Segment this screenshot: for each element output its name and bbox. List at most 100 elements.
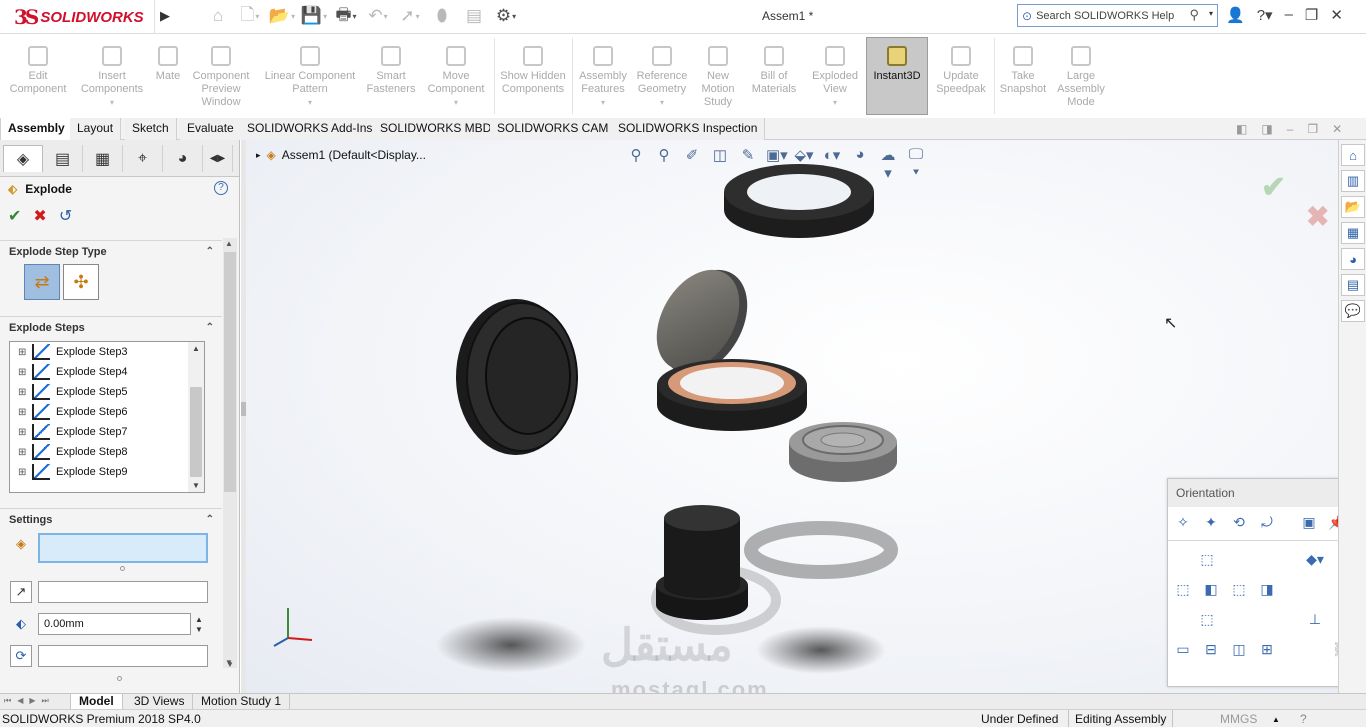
explode-steps-list[interactable]: ⊞ Explode Step3 ⊞ Explode Step4 ⊞ Explode S…: [9, 341, 205, 493]
ok-check-icon[interactable]: ✔: [8, 206, 21, 226]
bearing-ring-part[interactable]: [657, 359, 807, 431]
configuration-manager-tab-icon[interactable]: ▦: [83, 145, 123, 172]
view-selector-icon[interactable]: ⤾: [1256, 511, 1278, 533]
search-icon[interactable]: ⚲: [1189, 7, 1199, 23]
scroll-down-icon[interactable]: ▼: [192, 481, 200, 490]
search-dropdown-icon[interactable]: ▾: [1209, 9, 1213, 18]
front-view-icon[interactable]: ◧: [1200, 578, 1222, 600]
appearances-icon[interactable]: ◕: [1341, 248, 1365, 270]
section-header[interactable]: Explode Steps ⌃: [0, 316, 222, 338]
design-library-icon[interactable]: ▥: [1341, 170, 1365, 192]
left-view-icon[interactable]: ⬚: [1172, 578, 1194, 600]
menu-expand-arrow-icon[interactable]: ▶: [157, 8, 173, 26]
view-cube-icon[interactable]: ▣: [1298, 511, 1320, 533]
collapse-chevron-icon[interactable]: ⌃: [206, 322, 214, 333]
tab-assembly[interactable]: Assembly: [0, 118, 73, 140]
resize-handle[interactable]: [120, 566, 125, 571]
explode-distance-input[interactable]: 0.00mm: [38, 613, 191, 635]
component-preview-button[interactable]: Component Preview Window: [188, 46, 254, 109]
property-manager-tab-icon[interactable]: ▤: [43, 145, 83, 172]
last-tab-icon[interactable]: ⏭: [42, 696, 49, 706]
collapse-chevron-icon[interactable]: ⌃: [206, 514, 214, 525]
large-assembly-mode-button[interactable]: Large Assembly Mode: [1056, 46, 1106, 109]
solidworks-logo[interactable]: 3S SOLIDWORKS: [0, 0, 155, 34]
list-item[interactable]: ⊞ Explode Step3: [10, 342, 204, 362]
assembly-features-button[interactable]: Assembly Features ▾: [576, 46, 630, 109]
bom-button[interactable]: Bill of Materials: [748, 46, 800, 96]
pm-scrollbar[interactable]: ▲ ▼: [223, 238, 237, 668]
tab-inspection[interactable]: SOLIDWORKS Inspection: [611, 118, 766, 140]
doc-restore-icon[interactable]: ❐: [1307, 122, 1318, 136]
tab-evaluate[interactable]: Evaluate: [180, 118, 242, 140]
select-pointer-icon[interactable]: ➚ ▾: [397, 4, 423, 28]
confirm-ok-icon[interactable]: ✔: [1261, 170, 1286, 205]
new-motion-study-button[interactable]: New Motion Study: [696, 46, 740, 109]
instant3d-button[interactable]: Instant3D: [866, 37, 928, 115]
two-view-vertical-icon[interactable]: ◫: [1228, 638, 1250, 660]
pm-help-icon[interactable]: ?: [214, 181, 228, 195]
regular-step-icon[interactable]: ⇄: [24, 264, 60, 300]
smart-fasteners-button[interactable]: Smart Fasteners: [364, 46, 418, 96]
reset-standard-views-icon[interactable]: ⟲: [1228, 511, 1250, 533]
mate-button[interactable]: Mate: [152, 46, 184, 83]
update-standard-views-icon[interactable]: ✦: [1200, 511, 1222, 533]
dimxpert-tab-icon[interactable]: ⌖: [123, 145, 163, 172]
list-item[interactable]: ⊞ Explode Step6: [10, 402, 204, 422]
quick-tips-icon[interactable]: ?: [1300, 712, 1307, 726]
single-view-icon[interactable]: ▭: [1172, 638, 1194, 660]
radial-step-icon[interactable]: ✣: [63, 264, 99, 300]
options-gear-icon[interactable]: ⚙ ▾: [493, 4, 519, 28]
print-icon[interactable]: 🖶 ▾: [333, 4, 359, 28]
expand-icon[interactable]: ⊞: [18, 427, 28, 438]
custom-properties-icon[interactable]: ▤: [1341, 274, 1365, 296]
back-view-icon[interactable]: ◨: [1256, 578, 1278, 600]
scroll-down-icon[interactable]: ▼: [226, 660, 234, 669]
expand-icon[interactable]: ⊞: [18, 387, 28, 398]
top-ring-part[interactable]: [724, 164, 874, 238]
components-selection-box[interactable]: [38, 533, 208, 563]
file-properties-icon[interactable]: ▤: [461, 4, 487, 28]
save-icon[interactable]: 💾 ▾: [301, 4, 327, 28]
doc-close-icon[interactable]: ✕: [1332, 122, 1342, 136]
isometric-view-icon[interactable]: ◆▾: [1304, 548, 1326, 570]
right-view-icon[interactable]: ⬚: [1228, 578, 1250, 600]
list-item[interactable]: ⊞ Explode Step5: [10, 382, 204, 402]
section-header[interactable]: Settings ⌃: [0, 508, 222, 530]
file-explorer-icon[interactable]: 📂: [1341, 196, 1365, 218]
update-speedpak-button[interactable]: Update Speedpak: [932, 46, 990, 96]
close-icon[interactable]: ✕: [1330, 6, 1343, 24]
doc-minimize-icon[interactable]: –: [1287, 122, 1294, 136]
expand-icon[interactable]: ⊞: [18, 347, 28, 358]
restore-icon[interactable]: ❐: [1305, 6, 1318, 24]
take-snapshot-button[interactable]: Take Snapshot: [996, 46, 1050, 96]
tab-3d-views[interactable]: 3D Views: [126, 694, 194, 710]
rebuild-icon[interactable]: ⬮: [429, 4, 455, 28]
tab-motion-study[interactable]: Motion Study 1: [193, 694, 291, 710]
rotation-axis-icon[interactable]: ⟳: [10, 645, 32, 667]
move-component-button[interactable]: Move Component ▾: [422, 46, 490, 109]
new-document-icon[interactable]: 🗋 ▾: [237, 4, 263, 28]
tab-sketch[interactable]: Sketch: [125, 118, 177, 140]
list-item[interactable]: ⊞ Explode Step4: [10, 362, 204, 382]
home-icon[interactable]: ⌂: [205, 4, 231, 28]
linear-pattern-button[interactable]: Linear Component Pattern ▾: [260, 46, 360, 109]
explode-direction-field[interactable]: [38, 581, 208, 603]
section-header[interactable]: Explode Step Type ⌃: [0, 240, 222, 262]
units-dropdown-icon[interactable]: ▲: [1272, 715, 1280, 724]
solidworks-resources-icon[interactable]: ⌂: [1341, 144, 1365, 166]
resize-handle[interactable]: [117, 676, 122, 681]
first-tab-icon[interactable]: ⏮: [4, 696, 11, 706]
feature-manager-tab-icon[interactable]: ◈: [3, 145, 43, 172]
two-view-horizontal-icon[interactable]: ⊟: [1200, 638, 1222, 660]
steps-scroll-thumb[interactable]: [190, 387, 202, 477]
explode-direction-icon[interactable]: ↗: [10, 581, 32, 603]
list-item[interactable]: ⊞ Explode Step9: [10, 462, 204, 482]
user-account-icon[interactable]: 👤: [1226, 6, 1245, 24]
bottom-view-icon[interactable]: ⬚: [1196, 608, 1218, 630]
next-window-icon[interactable]: ◨: [1261, 122, 1272, 136]
collapse-chevron-icon[interactable]: ⌃: [206, 246, 214, 257]
tab-model[interactable]: Model: [70, 694, 123, 710]
tab-addins[interactable]: SOLIDWORKS Add-Ins: [240, 118, 381, 140]
textured-disc-part[interactable]: [789, 422, 897, 482]
expand-icon[interactable]: ⊞: [18, 407, 28, 418]
